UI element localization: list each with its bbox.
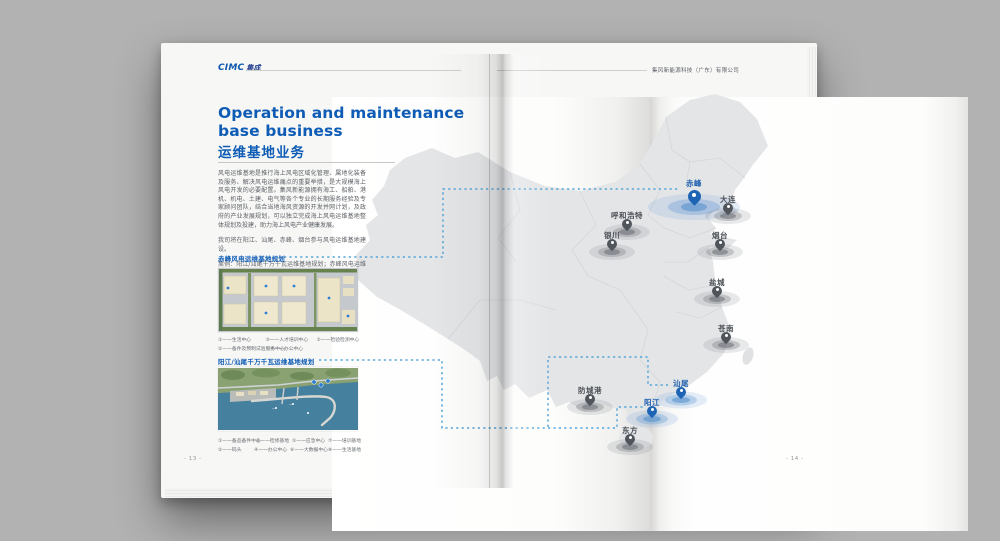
china-map	[0, 0, 1000, 541]
taiwan-island	[740, 346, 755, 366]
site-plan-image	[218, 268, 358, 332]
legend-item: ①——生活中心	[218, 336, 265, 343]
legend-row: ②——码头④——办公中心⑥——大数据中心⑧——生活基地	[218, 446, 364, 453]
page-number-left: - 13 -	[184, 456, 201, 462]
legend-row: ①——备品备件中心③——检修基地⑤——应急中心⑦——培训基地	[218, 437, 364, 444]
spine-line	[489, 54, 490, 488]
page-title-en: Operation and maintenance base business	[218, 105, 464, 140]
legend-item: ④——办公中心	[254, 446, 290, 453]
title-line-1: Operation and maintenance	[218, 105, 464, 123]
legend-item: ⑦——培训基地	[328, 437, 364, 444]
caption-chifeng-plan: 赤峰风电运维基地规划	[218, 253, 285, 263]
legend-item: ⑤——检验检测中心	[317, 336, 364, 343]
header-rule-left	[247, 70, 461, 71]
company-name: 集风新能源科技（广东）有限公司	[652, 66, 739, 74]
title-rule	[218, 162, 395, 163]
legend-chifeng: ①——生活中心③——人才培训中心⑤——检验检测中心 ②——备件及预制试验服务中心④…	[218, 336, 364, 355]
legend-item: ⑥——大数据中心	[290, 446, 328, 453]
cimc-logo: CIMC集成	[218, 63, 261, 73]
legend-item: ②——备件及预制试验服务中心	[218, 345, 270, 352]
legend-row: ①——生活中心③——人才培训中心⑤——检验检测中心	[218, 336, 364, 343]
caption-yangjiang-plan: 阳江/汕尾千万千瓦运维基地规划	[218, 356, 314, 366]
logo-text: CIMC	[218, 63, 244, 73]
body-paragraph: 风电运维基地是推行海上风电区域化管理、属地化装备及服务、解决风电运维痛点的重要举…	[218, 170, 366, 230]
page-title-zh: 运维基地业务	[218, 141, 305, 161]
page-number-right: - 14 -	[786, 456, 803, 462]
body-paragraph: 我司将在阳江、汕尾、赤峰、烟台参与风电运维基地建设。	[218, 237, 366, 254]
legend-yangjiang: ①——备品备件中心③——检修基地⑤——应急中心⑦——培训基地 ②——码头④——办公…	[218, 437, 364, 456]
legend-item: ④——办公中心	[270, 345, 326, 352]
legend-row: ②——备件及预制试验服务中心④——办公中心	[218, 345, 364, 352]
legend-item: ⑧——生活基地	[328, 446, 364, 453]
legend-item: ③——人才培训中心	[265, 336, 316, 343]
china-map-shape	[356, 94, 768, 421]
legend-item: ②——码头	[218, 446, 254, 453]
legend-item: ⑤——应急中心	[292, 437, 328, 444]
title-line-2: base business	[218, 123, 464, 141]
port-plan-image	[218, 367, 358, 431]
legend-item: ①——备品备件中心	[218, 437, 256, 444]
header-rule-right	[497, 70, 647, 71]
hainan-island	[619, 426, 653, 450]
photo-backdrop: CIMC集成 集风新能源科技（广东）有限公司 Operation and mai…	[0, 0, 1000, 541]
legend-item: ③——检修基地	[256, 437, 292, 444]
